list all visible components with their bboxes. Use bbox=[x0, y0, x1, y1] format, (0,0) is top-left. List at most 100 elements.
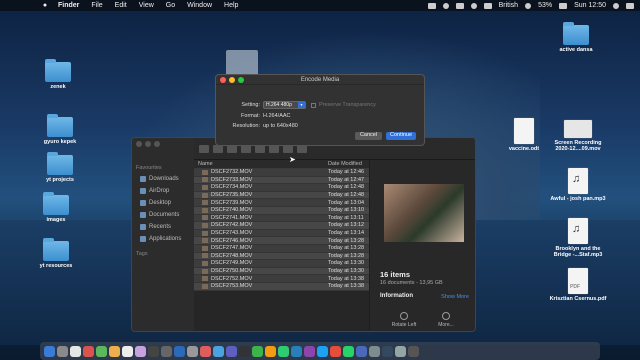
input-source[interactable]: British bbox=[499, 2, 518, 9]
sidebar-item-airdrop[interactable]: AirDrop bbox=[132, 185, 194, 197]
file-row[interactable]: DSCF2740.MOV Today at 13:10 bbox=[194, 206, 369, 215]
column-header-name[interactable]: Name bbox=[194, 161, 326, 167]
minimize-button[interactable] bbox=[229, 77, 235, 83]
icon-view-icon[interactable] bbox=[199, 144, 209, 153]
terminal-dock-icon[interactable] bbox=[239, 345, 250, 357]
menu-window[interactable]: Window bbox=[187, 2, 212, 9]
file-row[interactable]: DSCF2732.MOV Today at 12:46 bbox=[194, 169, 369, 177]
notes-dock-icon[interactable] bbox=[109, 345, 120, 357]
battery-icon[interactable] bbox=[559, 2, 568, 9]
menu-go[interactable]: Go bbox=[166, 2, 175, 9]
file-row[interactable]: DSCF2747.MOV Today at 13:28 bbox=[194, 244, 369, 253]
sidebar-item-downloads[interactable]: Downloads bbox=[132, 173, 194, 185]
file-row[interactable]: DSCF2743.MOV Today at 13:14 bbox=[194, 229, 369, 238]
bluetooth-icon[interactable] bbox=[483, 2, 492, 9]
whatsapp-dock-icon[interactable] bbox=[343, 345, 354, 357]
file-row[interactable]: DSCF2750.MOV Today at 13:30 bbox=[194, 267, 369, 276]
activity-monitor-dock-icon[interactable] bbox=[382, 345, 393, 357]
file-row[interactable]: DSCF2739.MOV Today at 13:04 bbox=[194, 199, 369, 207]
apple-menu-icon[interactable]: ● bbox=[38, 2, 52, 9]
photos-dock-icon[interactable] bbox=[135, 345, 146, 357]
desktop-folder-images[interactable]: images bbox=[26, 192, 86, 223]
finder-dock-icon[interactable] bbox=[44, 345, 55, 357]
status-icon[interactable] bbox=[442, 2, 449, 9]
file-row[interactable]: DSCF2746.MOV Today at 13:28 bbox=[194, 237, 369, 245]
final-cut-dock-icon[interactable] bbox=[148, 345, 159, 357]
telegram-dock-icon[interactable] bbox=[317, 345, 328, 357]
discord-dock-icon[interactable] bbox=[304, 345, 315, 357]
column-header-date[interactable]: Date Modified bbox=[326, 161, 369, 167]
pdf-file-icon bbox=[568, 268, 588, 294]
status-icon[interactable] bbox=[470, 2, 477, 9]
safari-dock-icon[interactable] bbox=[70, 345, 81, 357]
desktop-file-vaccine[interactable]: vaccine.odt bbox=[494, 118, 554, 152]
menu-file[interactable]: File bbox=[91, 2, 102, 9]
downloads-dock-icon[interactable] bbox=[395, 345, 406, 357]
compressor-dock-icon[interactable] bbox=[161, 345, 172, 357]
sidebar-item-desktop[interactable]: Desktop bbox=[132, 197, 194, 209]
status-icon[interactable] bbox=[427, 2, 436, 9]
continue-button[interactable]: Continue bbox=[386, 132, 416, 140]
zoom-button[interactable] bbox=[238, 77, 244, 83]
file-row[interactable]: DSCF2733.MOV Today at 12:47 bbox=[194, 176, 369, 185]
menu-finder[interactable]: Finder bbox=[58, 2, 79, 9]
desktop-folder-active-dansa[interactable]: active dansa bbox=[546, 22, 606, 53]
desktop-folder-zenek[interactable]: zenek bbox=[28, 59, 88, 90]
battery-percent[interactable]: 53% bbox=[538, 2, 552, 9]
file-row[interactable]: DSCF2734.MOV Today at 12:48 bbox=[194, 184, 369, 192]
close-button[interactable] bbox=[136, 141, 142, 147]
sidebar-item-recents[interactable]: Recents bbox=[132, 221, 194, 233]
search-icon[interactable] bbox=[613, 2, 619, 9]
menu-view[interactable]: View bbox=[139, 2, 154, 9]
facetime-dock-icon[interactable] bbox=[252, 345, 263, 357]
file-row[interactable]: DSCF2748.MOV Today at 13:28 bbox=[194, 252, 369, 261]
menu-help[interactable]: Help bbox=[224, 2, 238, 9]
close-button[interactable] bbox=[220, 77, 226, 83]
zoom-button[interactable] bbox=[154, 141, 160, 147]
desktop-folder-yt-resources[interactable]: yt resources bbox=[26, 238, 86, 269]
file-row[interactable]: DSCF2749.MOV Today at 13:30 bbox=[194, 260, 369, 268]
preserve-transparency-checkbox[interactable] bbox=[311, 102, 316, 108]
menu-edit[interactable]: Edit bbox=[115, 2, 127, 9]
wifi-icon[interactable] bbox=[525, 2, 532, 9]
zoom-dock-icon[interactable] bbox=[330, 345, 341, 357]
file-row[interactable]: DSCF2741.MOV Today at 13:11 bbox=[194, 214, 369, 223]
rotate-left-button[interactable]: Rotate Left bbox=[384, 312, 424, 328]
desktop-file-krisztian[interactable]: Krisztian Csernus.pdf bbox=[548, 268, 608, 302]
mail-dock-icon[interactable] bbox=[213, 345, 224, 357]
video-file-icon bbox=[202, 207, 208, 213]
pages-dock-icon[interactable] bbox=[265, 345, 276, 357]
sidebar-item-applications[interactable]: Applications bbox=[132, 233, 194, 245]
trash-dock-icon[interactable] bbox=[408, 345, 419, 357]
desktop-file-screen-recording[interactable]: Screen Recording 2020-12....09.mov bbox=[548, 120, 608, 152]
control-center-icon[interactable] bbox=[626, 2, 634, 9]
chrome-dock-icon[interactable] bbox=[83, 345, 94, 357]
numbers-dock-icon[interactable] bbox=[278, 345, 289, 357]
system-preferences-dock-icon[interactable] bbox=[187, 345, 198, 357]
launchpad-dock-icon[interactable] bbox=[57, 345, 68, 357]
minimize-button[interactable] bbox=[145, 141, 151, 147]
desktop-folder-yt-projects[interactable]: yt projects bbox=[30, 152, 90, 183]
desktop-file-brooklyn[interactable]: Brooklyn and the Bridge -...Staf.mp3 bbox=[548, 218, 608, 258]
keynote-dock-icon[interactable] bbox=[291, 345, 302, 357]
show-more-link[interactable]: Show More bbox=[441, 294, 469, 300]
podcasts-dock-icon[interactable] bbox=[226, 345, 237, 357]
messages-dock-icon[interactable] bbox=[96, 345, 107, 357]
file-row[interactable]: DSCF2735.MOV Today at 12:48 bbox=[194, 191, 369, 200]
sidebar-item-documents[interactable]: Documents bbox=[132, 209, 194, 221]
status-icon[interactable] bbox=[455, 2, 464, 9]
more-button[interactable]: More... bbox=[426, 312, 466, 328]
file-row[interactable]: DSCF2753.MOV Today at 13:38 bbox=[194, 282, 369, 291]
app-store-dock-icon[interactable] bbox=[174, 345, 185, 357]
cancel-button[interactable]: Cancel bbox=[355, 132, 382, 140]
calendar-dock-icon[interactable] bbox=[122, 345, 133, 357]
clock[interactable]: Sun 12:50 bbox=[574, 2, 606, 9]
file-row[interactable]: DSCF2742.MOV Today at 13:12 bbox=[194, 222, 369, 230]
preview-dock-icon[interactable] bbox=[369, 345, 380, 357]
music-dock-icon[interactable] bbox=[200, 345, 211, 357]
file-row[interactable]: DSCF2752.MOV Today at 13:38 bbox=[194, 275, 369, 283]
desktop-file-awful[interactable]: Awful - josh pan.mp3 bbox=[548, 168, 608, 202]
setting-select[interactable]: H.264 480p ▾ bbox=[263, 101, 306, 109]
skype-dock-icon[interactable] bbox=[356, 345, 367, 357]
desktop-folder-gyuro[interactable]: gyuro kepek bbox=[30, 114, 90, 145]
